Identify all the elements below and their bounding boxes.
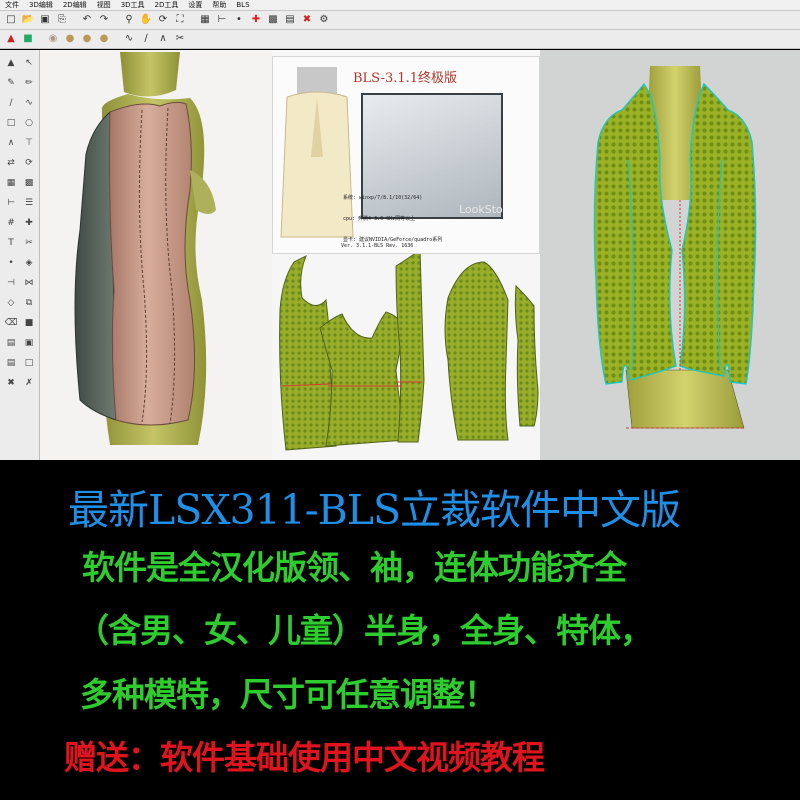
- split-tool-icon[interactable]: ⊣: [4, 276, 18, 290]
- mirror-tool-icon[interactable]: ⇄: [4, 156, 18, 170]
- menu-file[interactable]: 文件: [0, 1, 24, 10]
- grid-tool-icon[interactable]: ▦: [4, 176, 18, 190]
- redo-icon[interactable]: ↷: [97, 13, 111, 27]
- workspace-canvas[interactable]: BLS-3.1.1终极版 系统: winxp/7/8.1/10(32/64) c…: [40, 50, 800, 460]
- splash-info-os: 系统: winxp/7/8.1/10(32/64): [343, 195, 423, 201]
- main-toolbar: □ 📂 ▣ ⎘ ↶ ↷ ⚲ ✋ ⟳ ⛶ ▦ ⊢ • ✚ ▩ ▤ ✖ ⚙: [0, 11, 800, 30]
- menu-settings[interactable]: 设置: [183, 1, 207, 10]
- zoom-icon[interactable]: ⚲: [122, 13, 136, 27]
- menu-view[interactable]: 视图: [92, 1, 116, 10]
- select-icon[interactable]: ▲: [4, 32, 18, 46]
- shape-tool-icon[interactable]: ◇: [4, 296, 18, 310]
- text-tool-icon[interactable]: T: [4, 236, 18, 250]
- measure-tool-icon[interactable]: ⊢: [4, 196, 18, 210]
- tool-palette: ▲ ↖ ✎ ✏ ∕ ∿ □ ○ ∧ ⊤ ⇄ ⟳ ▦ ▩ ⊢ ☰ # ✚ T ✂ …: [0, 50, 40, 460]
- rect-tool-icon[interactable]: □: [4, 116, 18, 130]
- layers-icon[interactable]: ▤: [283, 13, 297, 27]
- bodice-icon[interactable]: ●: [63, 32, 77, 46]
- table-tool-icon[interactable]: ▩: [22, 176, 36, 190]
- point-tool-icon[interactable]: •: [4, 256, 18, 270]
- save-icon[interactable]: ▣: [38, 13, 52, 27]
- open-icon[interactable]: 📂: [21, 13, 35, 27]
- layers-tool-icon[interactable]: ▤: [4, 336, 18, 350]
- menu-help[interactable]: 帮助: [207, 1, 231, 10]
- caption-title: 最新LSX311-BLS立裁软件中文版: [68, 486, 681, 534]
- splash-watermark: LookSto: [459, 203, 503, 216]
- table-icon[interactable]: ▩: [266, 13, 280, 27]
- line-tool-icon[interactable]: ∕: [4, 96, 18, 110]
- jacket-render: [593, 66, 757, 429]
- caption-line-4: 赠送：软件基础使用中文视频教程: [64, 738, 545, 777]
- right-3d-view[interactable]: [540, 50, 800, 460]
- hash-tool-icon[interactable]: #: [4, 216, 18, 230]
- curve-icon[interactable]: ∿: [122, 32, 136, 46]
- pattern-piece-sleeve[interactable]: [444, 261, 509, 441]
- delete-tool-icon[interactable]: ✖: [4, 376, 18, 390]
- caption-line-2: （含男、女、儿童）半身，全身、特体，: [76, 611, 653, 650]
- splash-version: Ver. 3.1.1-BLS Rev. 1636: [341, 243, 414, 249]
- lock-tool-icon[interactable]: ■: [22, 316, 36, 330]
- new-icon[interactable]: □: [4, 13, 18, 27]
- menu-2d-edit[interactable]: 2D编辑: [58, 1, 92, 10]
- measure-icon[interactable]: ⊢: [215, 13, 229, 27]
- clear-icon[interactable]: ✖: [300, 13, 314, 27]
- cross-tool-icon[interactable]: ✚: [22, 216, 36, 230]
- node-tool-icon[interactable]: ◈: [22, 256, 36, 270]
- settings-icon[interactable]: ⚙: [317, 13, 331, 27]
- curve-tool-icon[interactable]: ∿: [22, 96, 36, 110]
- pattern-piece-side[interactable]: [395, 249, 425, 443]
- line-icon[interactable]: ∕: [139, 32, 153, 46]
- left-3d-view[interactable]: [40, 50, 272, 460]
- ruler-tool-icon[interactable]: ☰: [22, 196, 36, 210]
- fit-icon[interactable]: ⛶: [173, 13, 187, 27]
- mannequin-icon[interactable]: ◉: [46, 32, 60, 46]
- undo-icon[interactable]: ↶: [80, 13, 94, 27]
- menu-bls[interactable]: BLS: [231, 1, 254, 10]
- cross-icon[interactable]: ✚: [249, 13, 263, 27]
- pattern-piece-undersleeve[interactable]: [514, 284, 539, 427]
- edit-toolbar: ▲ ■ ◉ ● ● ● ∿ ∕ ∧ ✂: [0, 30, 800, 49]
- menu-3d-tools[interactable]: 3D工具: [116, 1, 150, 10]
- sleeve-icon[interactable]: ●: [80, 32, 94, 46]
- copy-tool-icon[interactable]: ⧉: [22, 296, 36, 310]
- caption-line-1: 软件是全汉化版领、袖，连体功能齐全: [82, 548, 627, 587]
- circle-tool-icon[interactable]: ○: [22, 116, 36, 130]
- menu-2d-tools[interactable]: 2D工具: [150, 1, 184, 10]
- page-tool-icon[interactable]: □: [22, 356, 36, 370]
- doc-tool-icon[interactable]: ▤: [4, 356, 18, 370]
- pen-tool-icon[interactable]: ✎: [4, 76, 18, 90]
- color-icon[interactable]: ■: [21, 32, 35, 46]
- pattern-piece-back[interactable]: [319, 311, 407, 447]
- close-tool-icon[interactable]: ✗: [22, 376, 36, 390]
- scissors-icon[interactable]: ✂: [173, 32, 187, 46]
- notch-tool-icon[interactable]: ⊤: [22, 136, 36, 150]
- point-icon[interactable]: •: [232, 13, 246, 27]
- pan-icon[interactable]: ✋: [139, 13, 153, 27]
- fill-tool-icon[interactable]: ▣: [22, 336, 36, 350]
- pointer-tool-icon[interactable]: ↖: [22, 56, 36, 70]
- draped-bodice-render: [74, 52, 216, 445]
- select-tool-icon[interactable]: ▲: [4, 56, 18, 70]
- splash-title: BLS-3.1.1终极版: [353, 71, 458, 86]
- splash-screen: BLS-3.1.1终极版 系统: winxp/7/8.1/10(32/64) c…: [272, 56, 540, 254]
- menu-bar: 文件 3D编辑 2D编辑 视图 3D工具 2D工具 设置 帮助 BLS: [0, 0, 800, 11]
- dart-tool-icon[interactable]: ∧: [4, 136, 18, 150]
- collar-icon[interactable]: ●: [97, 32, 111, 46]
- join-tool-icon[interactable]: ⋈: [22, 276, 36, 290]
- splash-info-cpu: cpu: 奔腾4 3.0 GHz同等以上: [343, 216, 416, 222]
- dart-icon[interactable]: ∧: [156, 32, 170, 46]
- menu-3d-edit[interactable]: 3D编辑: [24, 1, 58, 10]
- print-icon[interactable]: ⎘: [55, 13, 69, 27]
- rotate-icon[interactable]: ⟳: [156, 13, 170, 27]
- rotate-tool-icon[interactable]: ⟳: [22, 156, 36, 170]
- caption-line-3: 多种模特，尺寸可任意调整！: [80, 675, 497, 714]
- grid-icon[interactable]: ▦: [198, 13, 212, 27]
- cut-tool-icon[interactable]: ✂: [22, 236, 36, 250]
- brush-tool-icon[interactable]: ✏: [22, 76, 36, 90]
- eraser-tool-icon[interactable]: ⌫: [4, 316, 18, 330]
